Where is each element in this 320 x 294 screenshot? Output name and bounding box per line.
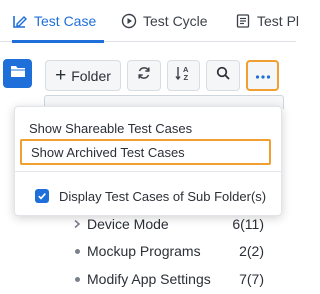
show-shareable-test-cases-item[interactable]: Show Shareable Test Cases: [15, 115, 281, 141]
menu-divider: [15, 171, 281, 172]
tab-test-case[interactable]: Test Case: [12, 0, 104, 43]
tree-item-count: 7(7): [239, 271, 264, 287]
document-icon: [235, 13, 251, 29]
tree-item-label: Device Mode: [87, 216, 169, 232]
play-circle-icon: [121, 13, 137, 29]
search-button[interactable]: [206, 60, 240, 91]
tree-item-count: 6(11): [232, 216, 264, 232]
sort-az-icon: AZ: [174, 64, 193, 87]
tab-test-plan-label: Test Pl: [257, 13, 300, 29]
tree-item-count: 2(2): [239, 243, 264, 259]
tab-test-cycle[interactable]: Test Cycle: [121, 0, 208, 42]
folder-icon: [10, 64, 26, 83]
tree-item[interactable]: Device Mode 6(11): [70, 213, 270, 235]
more-options-menu: Show Shareable Test Cases Show Archived …: [14, 106, 282, 216]
tab-test-cycle-label: Test Cycle: [143, 13, 208, 29]
more-options-button[interactable]: [246, 60, 279, 91]
tab-test-case-label: Test Case: [34, 13, 97, 29]
menu-item-label: Show Archived Test Cases: [31, 144, 185, 160]
sort-button[interactable]: AZ: [167, 60, 200, 91]
tree-item[interactable]: Modify App Settings 7(7): [70, 268, 270, 290]
tree-item-label: Mockup Programs: [87, 243, 201, 259]
more-horizontal-icon: [255, 67, 271, 85]
checkbox-checked-icon[interactable]: [35, 189, 49, 203]
add-folder-label: Folder: [71, 67, 111, 84]
search-icon: [216, 66, 231, 86]
bullet-icon: [70, 277, 84, 282]
add-folder-button[interactable]: + Folder: [45, 60, 121, 91]
folder-panel-button[interactable]: [3, 59, 32, 88]
test-case-icon: [12, 13, 28, 29]
refresh-button[interactable]: [127, 60, 161, 91]
show-archived-test-cases-item[interactable]: Show Archived Test Cases: [20, 139, 271, 165]
plus-icon: +: [55, 65, 67, 86]
menu-item-label: Show Shareable Test Cases: [29, 120, 193, 136]
refresh-icon: [136, 65, 152, 86]
tab-bar: Test Case Test Cycle Test Pl: [0, 0, 299, 43]
tree-item[interactable]: Mockup Programs 2(2): [70, 240, 270, 262]
bullet-icon: [70, 249, 84, 254]
display-sub-folder-cases-item[interactable]: Display Test Cases of Sub Folder(s): [15, 183, 281, 209]
tab-test-plan[interactable]: Test Pl: [235, 0, 299, 42]
chevron-right-icon[interactable]: [70, 219, 84, 229]
menu-item-label: Display Test Cases of Sub Folder(s): [59, 188, 267, 204]
tree-item-label: Modify App Settings: [87, 271, 211, 287]
svg-text:Z: Z: [183, 73, 188, 82]
